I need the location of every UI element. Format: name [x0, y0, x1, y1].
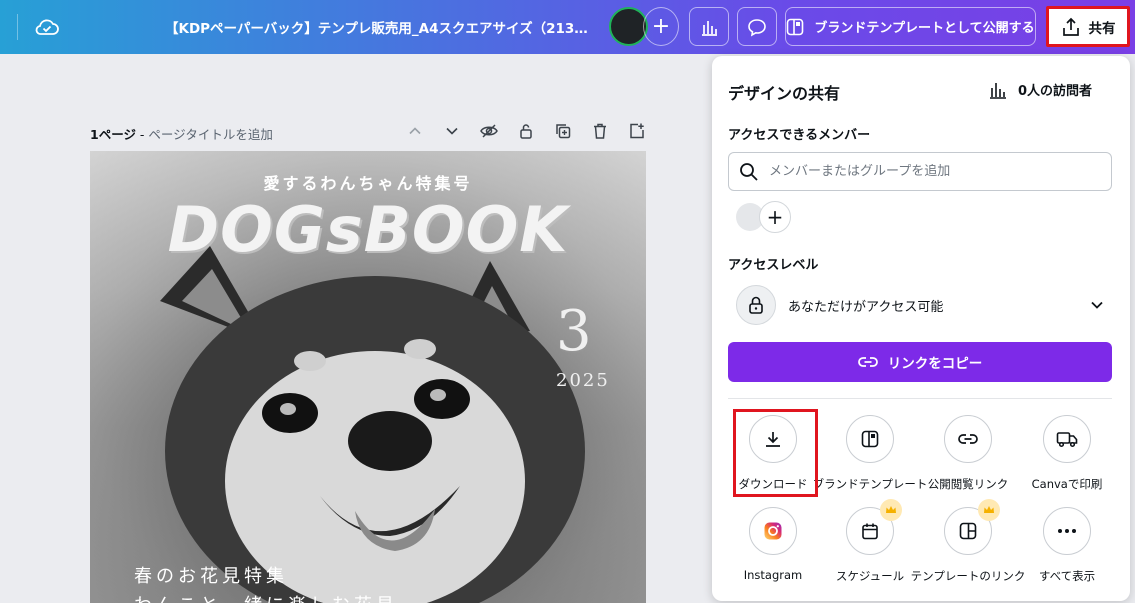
- share-panel-title: デザインの共有: [728, 84, 841, 103]
- lock-icon[interactable]: [517, 121, 535, 141]
- duplicate-icon[interactable]: [554, 121, 572, 141]
- add-member-button[interactable]: +: [759, 201, 791, 233]
- schedule-label: スケジュール: [835, 569, 905, 583]
- hide-eye-icon[interactable]: [480, 121, 498, 141]
- crown-icon: [978, 499, 1000, 521]
- publish-brand-template-button[interactable]: ブランドテンプレートとして公開する: [785, 7, 1036, 46]
- access-level-select[interactable]: あなただけがアクセス可能: [728, 284, 1112, 326]
- public-view-link-option[interactable]: 公開閲覧リンク: [919, 415, 1017, 492]
- canvas-caption-2: わんこと一緒に楽しむ花見: [134, 591, 398, 603]
- member-search-input[interactable]: [769, 164, 1089, 179]
- invite-button[interactable]: +: [643, 7, 679, 46]
- insights-button[interactable]: [689, 7, 729, 46]
- instagram-icon: [749, 507, 797, 555]
- see-all-label: すべて表示: [1038, 569, 1096, 583]
- canvas-title: DOGsBOOK: [167, 193, 569, 266]
- top-bar: 【KDPペーパーバック】テンプレ販売用_A4スクエアサイズ（213.2mm:2.…: [0, 0, 1135, 54]
- canvas-caption: 春のお花見特集: [134, 566, 288, 587]
- calendar-icon: [846, 499, 902, 555]
- bar-chart-icon: [702, 20, 717, 36]
- download-highlight-box: [733, 409, 818, 497]
- add-page-icon[interactable]: [628, 121, 646, 141]
- template-link-label: テンプレートのリンク: [910, 569, 1026, 583]
- link-icon: [944, 415, 992, 463]
- link-icon: [857, 357, 878, 367]
- template-link-icon: [944, 499, 1000, 555]
- members-label: アクセスできるメンバー: [728, 128, 871, 143]
- canvas-issue-number: 3: [556, 299, 592, 364]
- member-search[interactable]: [728, 152, 1112, 191]
- crown-icon: [880, 499, 902, 521]
- schedule-option[interactable]: スケジュール: [821, 499, 919, 584]
- share-label: 共有: [1088, 20, 1116, 37]
- comment-icon: [748, 18, 766, 37]
- share-button[interactable]: 共有: [1046, 6, 1130, 47]
- more-icon: [1043, 507, 1091, 555]
- document-title[interactable]: 【KDPペーパーバック】テンプレ販売用_A4スクエアサイズ（213.2mm:2.…: [165, 17, 590, 37]
- plus-icon: +: [766, 205, 784, 229]
- template-icon: [787, 18, 804, 35]
- instagram-label: Instagram: [743, 568, 803, 582]
- share-upload-icon: [1062, 17, 1079, 36]
- print-option[interactable]: Canvaで印刷: [1018, 415, 1116, 492]
- chevron-down-icon: [1091, 301, 1103, 309]
- brand-template-icon: [846, 415, 894, 463]
- access-level-value: あなただけがアクセス可能: [788, 299, 944, 315]
- canvas-special-issue: 愛するわんちゃん特集号: [263, 174, 473, 193]
- design-canvas[interactable]: 愛するわんちゃん特集号 DOGsBOOK 3 2025 春のお花見特集 わんこと…: [90, 151, 646, 603]
- page-toolbar: [406, 121, 646, 141]
- visitors-count: 0人の訪問者: [1018, 84, 1093, 99]
- instagram-option[interactable]: Instagram: [724, 507, 822, 582]
- brand-template-label: ブランドテンプレート: [812, 477, 928, 491]
- chevron-up-icon[interactable]: [406, 121, 424, 141]
- visitors-button[interactable]: 0人の訪問者: [988, 80, 1092, 99]
- copy-link-button[interactable]: リンクをコピー: [728, 342, 1112, 382]
- search-icon: [740, 162, 758, 181]
- publish-label: ブランドテンプレートとして公開する: [814, 21, 1035, 36]
- cloud-saved-icon[interactable]: [34, 14, 60, 40]
- page-title-placeholder[interactable]: ページタイトルを追加: [148, 127, 273, 142]
- brand-template-option[interactable]: ブランドテンプレート: [813, 415, 927, 492]
- bar-chart-icon: [990, 82, 1006, 99]
- topbar-divider: [17, 14, 18, 40]
- canvas-year: 2025: [556, 370, 610, 391]
- template-link-option[interactable]: テンプレートのリンク: [911, 499, 1025, 584]
- access-level-label: アクセスレベル: [728, 258, 819, 273]
- divider: [728, 398, 1112, 399]
- share-panel: デザインの共有 0人の訪問者 アクセスできるメンバー + アクセスレベル あなた…: [712, 56, 1130, 601]
- print-label: Canvaで印刷: [1031, 477, 1103, 491]
- truck-icon: [1043, 415, 1091, 463]
- trash-icon[interactable]: [591, 121, 609, 141]
- chevron-down-icon[interactable]: [443, 121, 461, 141]
- public-view-link-label: 公開閲覧リンク: [927, 477, 1009, 491]
- page-number: 1ページ: [90, 127, 136, 142]
- page-header[interactable]: 1ページ - ページタイトルを追加: [90, 124, 273, 143]
- copy-link-label: リンクをコピー: [887, 356, 983, 372]
- see-all-option[interactable]: すべて表示: [1018, 507, 1116, 584]
- page-separator: -: [135, 127, 149, 142]
- comment-button[interactable]: [737, 7, 777, 46]
- plus-icon: +: [651, 14, 671, 39]
- lock-icon: [736, 285, 776, 325]
